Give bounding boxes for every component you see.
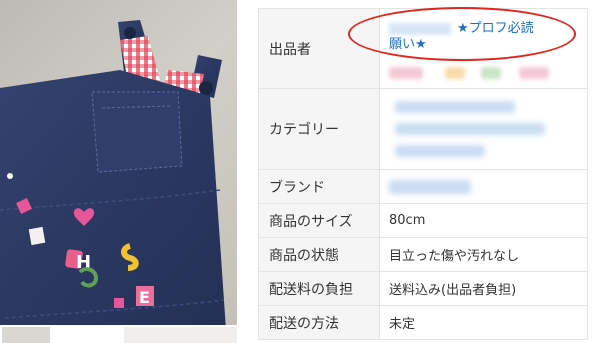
seller-name-blurred[interactable] (389, 22, 451, 35)
strap-button-right (199, 81, 213, 95)
seller-cell[interactable]: ★プロフ必読 願い★ (379, 8, 588, 89)
seller-rating-blurred (389, 65, 559, 81)
shipping-fee-row: 配送料の負担 送料込み(出品者負担) (258, 271, 588, 306)
shipping-fee-value: 送料込み(出品者負担) (379, 271, 588, 306)
size-row: 商品のサイズ 80cm (258, 203, 588, 238)
thumbnail-1[interactable] (2, 327, 50, 343)
condition-label: 商品の状態 (258, 237, 380, 272)
seller-label: 出品者 (258, 8, 380, 89)
thumbnail-strip (0, 325, 237, 343)
category-row: カテゴリー (258, 88, 588, 170)
brand-link-blurred[interactable] (389, 179, 471, 194)
size-value: 80cm (379, 203, 588, 238)
brand-cell[interactable] (379, 169, 588, 204)
category-links-blurred[interactable] (389, 89, 587, 169)
seller-row: 出品者 ★プロフ必読 願い★ (258, 8, 588, 89)
item-details-table: 出品者 ★プロフ必読 願い★ カテゴリー ブランド 商品のサイズ 80cm 商品… (258, 8, 588, 340)
product-photo[interactable]: H E (0, 0, 237, 343)
strap-button-left (124, 27, 136, 39)
size-label: 商品のサイズ (258, 203, 380, 238)
bib-pocket (91, 91, 183, 173)
category-cell[interactable] (379, 88, 588, 170)
seller-bio-line1[interactable]: ★プロフ必読 (457, 21, 534, 36)
seller-bio-line2[interactable]: 願い★ (389, 37, 569, 53)
condition-value: 目立った傷や汚れなし (379, 237, 588, 272)
applique-letter-e: E (139, 288, 150, 307)
shipping-fee-label: 配送料の負担 (258, 271, 380, 306)
category-label: カテゴリー (258, 88, 380, 170)
shipping-method-label: 配送の方法 (258, 305, 380, 340)
seller-link[interactable]: ★プロフ必読 願い★ (389, 21, 569, 53)
shipping-method-row: 配送の方法 未定 (258, 305, 588, 340)
brand-row: ブランド (258, 169, 588, 204)
thumbnail-2[interactable] (124, 327, 237, 343)
condition-row: 商品の状態 目立った傷や汚れなし (258, 237, 588, 272)
shipping-method-value: 未定 (379, 305, 588, 340)
brand-label: ブランド (258, 169, 380, 204)
denim-jumper-illustration: H E (0, 20, 226, 330)
